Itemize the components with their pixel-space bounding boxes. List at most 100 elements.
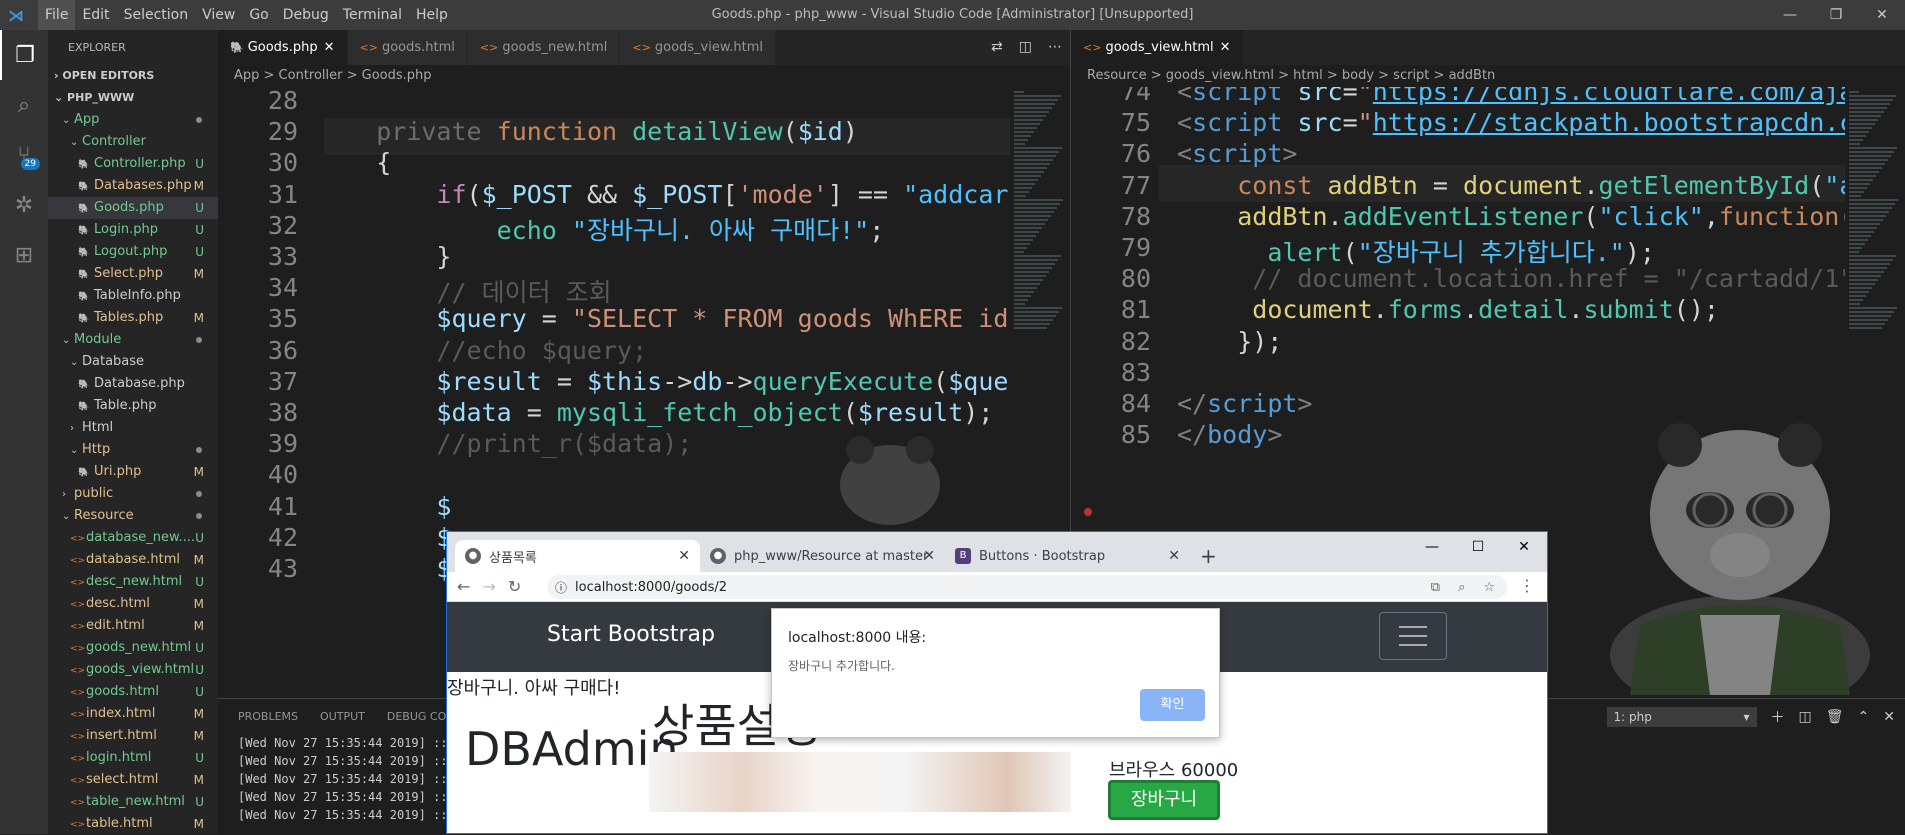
editor-tab[interactable]: <> goods_new.html	[467, 30, 621, 65]
browser-minimize-icon[interactable]: —	[1409, 532, 1455, 562]
breadcrumb-right[interactable]: Resource > goods_view.html > html > body…	[1071, 65, 1905, 87]
minimap-line	[1014, 259, 1058, 261]
open-editors-section[interactable]: › OPEN EDITORS	[48, 65, 218, 87]
folder-item[interactable]: ⌄ Http	[48, 439, 218, 461]
tab-problems[interactable]: PROBLEMS	[238, 699, 298, 734]
split-terminal-icon[interactable]: ◫	[1799, 709, 1812, 725]
minimap-line	[1849, 279, 1878, 281]
trash-icon[interactable]: 🗑	[1826, 709, 1844, 725]
close-icon[interactable]: ✕	[678, 548, 690, 564]
add-terminal-icon[interactable]: ＋	[1771, 707, 1785, 727]
source-control-icon[interactable]: ⑂ 29	[0, 130, 48, 180]
menu-item-edit[interactable]: Edit	[75, 0, 116, 30]
file-item[interactable]: <>index.html M	[48, 703, 218, 725]
tab-output[interactable]: OUTPUT	[320, 699, 365, 734]
browser-maximize-icon[interactable]: ☐	[1455, 532, 1501, 562]
menu-item-file[interactable]: File	[38, 0, 76, 30]
file-item[interactable]: <>database.html M	[48, 549, 218, 571]
file-item[interactable]: 🐘 Login.php U	[48, 219, 218, 241]
search-icon[interactable]: ⌕	[0, 80, 48, 130]
more-actions-icon[interactable]: ⋯	[1048, 30, 1062, 65]
reload-icon[interactable]: ↻	[508, 577, 521, 596]
editor-tab[interactable]: <> goods.html	[347, 30, 468, 65]
close-icon[interactable]: ✕	[1859, 0, 1905, 30]
file-item[interactable]: 🐘 Databases.php M	[48, 175, 218, 197]
file-item[interactable]: <>database_new.... U	[48, 527, 218, 549]
minimap-line	[1014, 263, 1055, 265]
terminal-select[interactable]: 1: php ▾	[1606, 706, 1757, 727]
menu-item-debug[interactable]: Debug	[276, 0, 336, 30]
files-icon[interactable]: ❐	[0, 30, 48, 80]
forward-icon[interactable]: →	[482, 577, 495, 596]
file-item[interactable]: 🐘 Logout.php U	[48, 241, 218, 263]
minimize-icon[interactable]: —	[1767, 0, 1813, 30]
file-item[interactable]: <>table_new.html U	[48, 791, 218, 813]
file-item[interactable]: 🐘 Select.php M	[48, 263, 218, 285]
zoom-icon[interactable]: ⌕	[1458, 580, 1465, 595]
file-item[interactable]: 🐘 Tables.php M	[48, 307, 218, 329]
close-icon[interactable]: ✕	[1168, 548, 1180, 564]
file-item[interactable]: <>login.html U	[48, 747, 218, 769]
file-item[interactable]: <>goods_view.html U	[48, 659, 218, 681]
folder-item[interactable]: › Html	[48, 417, 218, 439]
file-item[interactable]: 🐘 TableInfo.php	[48, 285, 218, 307]
folder-item[interactable]: ⌄ Resource	[48, 505, 218, 527]
compare-icon[interactable]: ⇄	[991, 30, 1003, 65]
back-icon[interactable]: ←	[457, 577, 470, 596]
split-editor-icon[interactable]: ◫	[1019, 30, 1032, 65]
editor-tab[interactable]: <> goods_view.html	[620, 30, 777, 65]
folder-item[interactable]: › public	[48, 483, 218, 505]
close-panel-icon[interactable]: ✕	[1883, 709, 1895, 725]
project-section[interactable]: ⌄ PHP_WWW	[48, 87, 218, 109]
file-item[interactable]: <>table.html M	[48, 813, 218, 835]
browser-close-icon[interactable]: ✕	[1501, 532, 1547, 562]
address-bar[interactable]: ⓘ localhost:8000/goods/2 ⧉ ⌕ ☆	[547, 575, 1507, 599]
file-item[interactable]: <>insert.html M	[48, 725, 218, 747]
close-icon[interactable]: ✕	[1220, 40, 1231, 55]
alert-ok-button[interactable]: 확인	[1140, 689, 1205, 721]
file-item[interactable]: <>desc.html M	[48, 593, 218, 615]
translate-icon[interactable]: ⧉	[1431, 580, 1440, 595]
file-item[interactable]: <>edit.html M	[48, 615, 218, 637]
breakpoint-icon[interactable]	[1084, 508, 1092, 516]
add-cart-button[interactable]: 장바구니	[1108, 780, 1220, 820]
folder-item[interactable]: ⌄ Module	[48, 329, 218, 351]
editor-tab[interactable]: <> goods_view.html ✕	[1071, 30, 1244, 65]
file-item[interactable]: 🐘 Controller.php U	[48, 153, 218, 175]
close-icon[interactable]: ✕	[324, 40, 335, 55]
folder-item[interactable]: ⌄ Controller	[48, 131, 218, 153]
extensions-icon[interactable]: ⊞	[0, 230, 48, 280]
file-item[interactable]: 🐘 Uri.php M	[48, 461, 218, 483]
breadcrumb-left[interactable]: App > Controller > Goods.php	[218, 65, 1070, 87]
hamburger-menu-icon[interactable]	[1379, 612, 1447, 660]
html-file-icon: <>	[70, 688, 86, 698]
new-tab-icon[interactable]: +	[1190, 540, 1227, 572]
browser-tab[interactable]: B Buttons · Bootstrap ✕	[945, 540, 1190, 572]
minimap-line	[1014, 203, 1060, 205]
file-item[interactable]: <>select.html M	[48, 769, 218, 791]
debug-icon[interactable]: ✲	[0, 180, 48, 230]
restore-icon[interactable]: ❐	[1813, 0, 1859, 30]
file-item[interactable]: 🐘 Database.php	[48, 373, 218, 395]
browser-tab[interactable]: ● 상품목록 ✕	[455, 540, 700, 572]
bookmark-star-icon[interactable]: ☆	[1483, 580, 1495, 595]
file-item[interactable]: 🐘 Goods.php U	[48, 197, 218, 219]
maximize-panel-icon[interactable]: ⌃	[1858, 709, 1870, 725]
editor-tab[interactable]: 🐘 Goods.php ✕	[218, 30, 348, 65]
navbar-brand[interactable]: Start Bootstrap	[547, 622, 715, 647]
menu-item-help[interactable]: Help	[409, 0, 455, 30]
folder-item[interactable]: ⌄ Database	[48, 351, 218, 373]
file-item[interactable]: <>desc_new.html U	[48, 571, 218, 593]
menu-item-terminal[interactable]: Terminal	[336, 0, 409, 30]
folder-item[interactable]: ⌄ App	[48, 109, 218, 131]
line-number: 33	[267, 242, 298, 271]
menu-item-view[interactable]: View	[195, 0, 242, 30]
close-icon[interactable]: ✕	[923, 548, 935, 564]
file-item[interactable]: <>goods_new.html U	[48, 637, 218, 659]
file-item[interactable]: 🐘 Table.php	[48, 395, 218, 417]
chrome-menu-icon[interactable]: ⋮	[1519, 576, 1535, 595]
browser-tab[interactable]: ● php_www/Resource at master ✕	[700, 540, 945, 572]
menu-item-selection[interactable]: Selection	[117, 0, 196, 30]
file-item[interactable]: <>goods.html U	[48, 681, 218, 703]
menu-item-go[interactable]: Go	[242, 0, 275, 30]
